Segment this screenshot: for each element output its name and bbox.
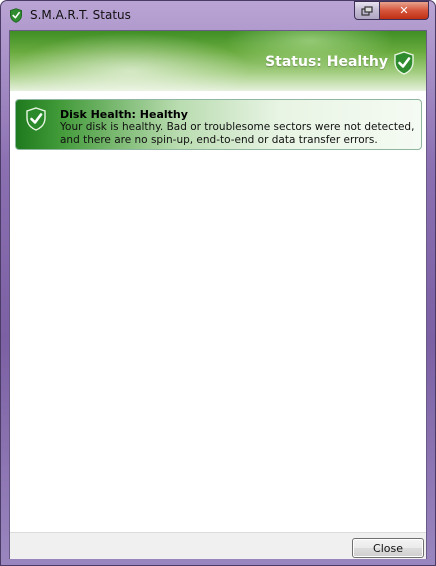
disk-health-description: Your disk is healthy. Bad or troublesome…	[60, 121, 415, 146]
window-close-button[interactable]: ✕	[379, 1, 429, 20]
client-area: Status: Healthy Disk Health: Healthy You…	[9, 30, 427, 559]
smart-status-window: S.M.A.R.T. Status ✕ Status: Healthy Disk…	[0, 0, 436, 566]
shield-check-icon	[10, 8, 22, 23]
restore-icon	[361, 5, 373, 16]
shield-check-icon	[394, 51, 414, 75]
title-bar[interactable]: S.M.A.R.T. Status ✕	[1, 1, 435, 29]
disk-health-heading: Disk Health: Healthy	[60, 108, 188, 121]
close-icon: ✕	[399, 4, 409, 17]
status-banner: Status: Healthy	[10, 31, 426, 91]
status-text: Status: Healthy	[265, 54, 388, 70]
restore-button[interactable]	[354, 1, 380, 20]
window-title: S.M.A.R.T. Status	[30, 8, 131, 22]
shield-check-icon	[26, 107, 46, 131]
disk-health-panel: Disk Health: Healthy Your disk is health…	[15, 99, 422, 150]
footer-bar: Close	[10, 532, 426, 559]
close-button[interactable]: Close	[352, 538, 424, 558]
